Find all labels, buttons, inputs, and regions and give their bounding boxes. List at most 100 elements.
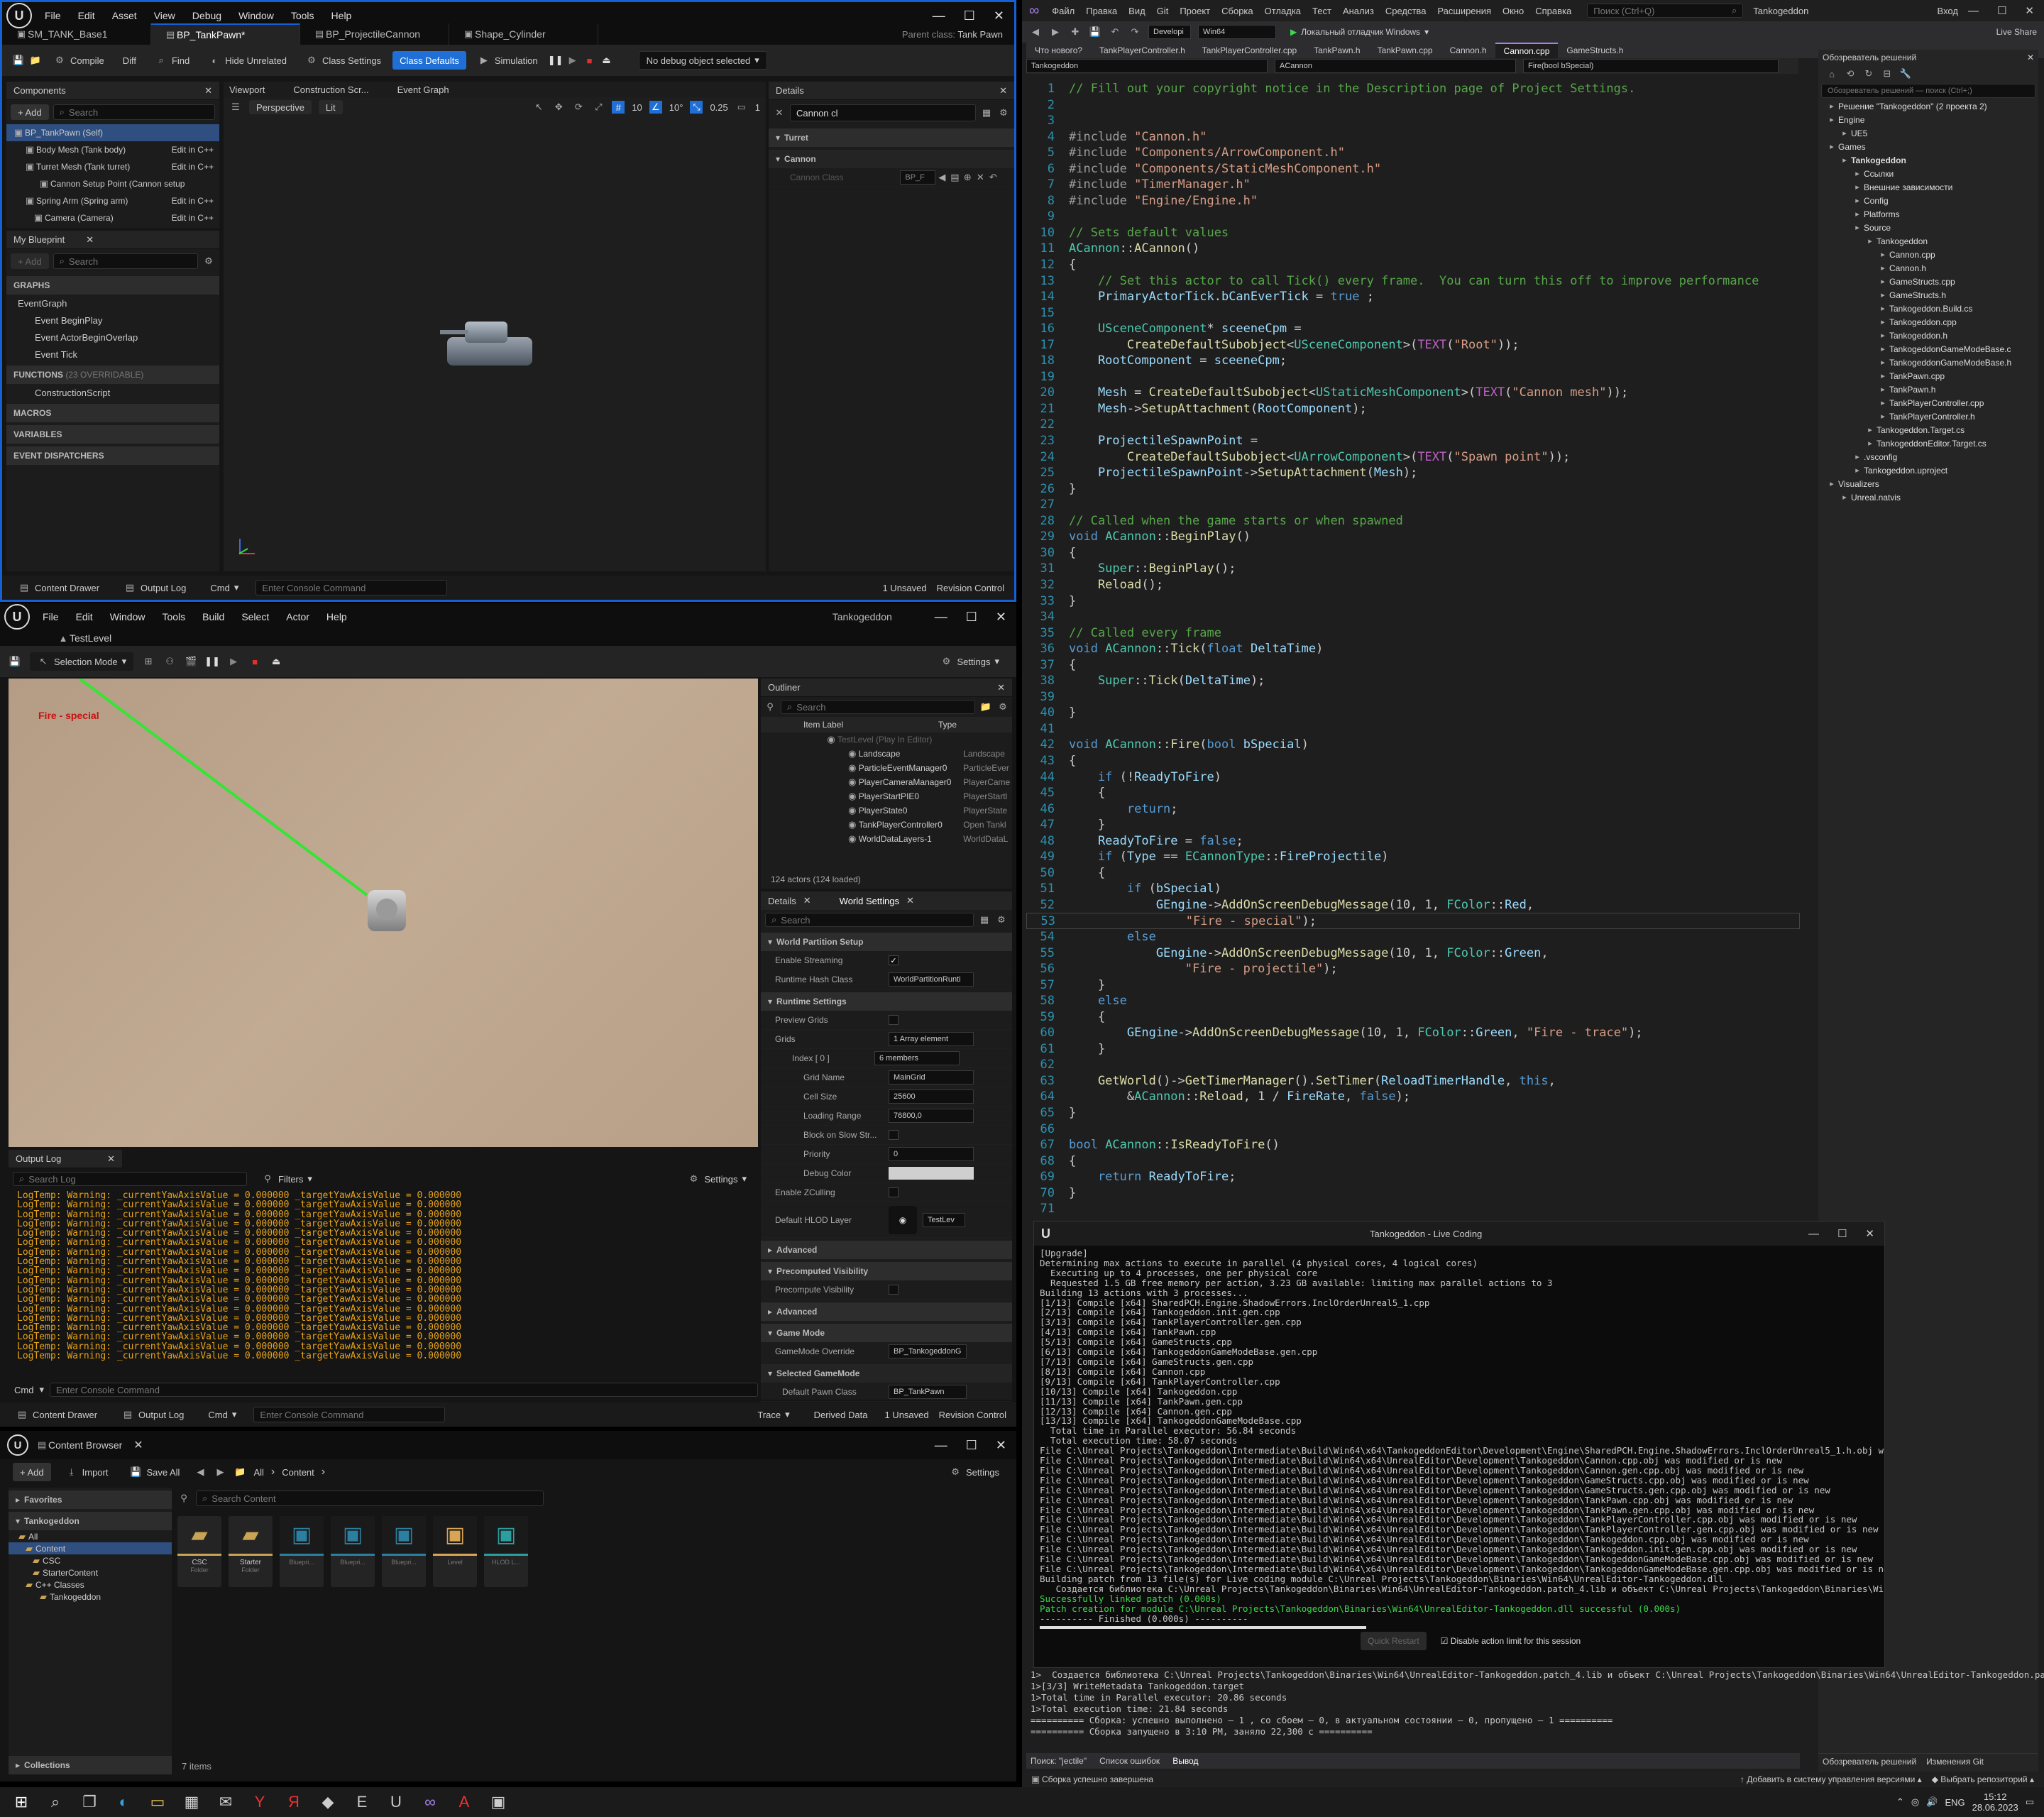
outliner-row[interactable]: ◉ ParticleEventManager0 ParticleEver [761,761,1012,775]
edit-in-cpp-link[interactable]: Edit in C++ [172,162,219,172]
close-icon[interactable]: ✕ [107,1153,115,1165]
log-console-input[interactable]: Enter Console Command [49,1383,758,1397]
gamemode-override-dropdown[interactable]: BP_TankogeddonG [889,1344,967,1358]
asset-tile[interactable]: ▣ HLOD L... [484,1516,528,1587]
ws-section[interactable]: ▾ World Partition Setup [761,933,1012,951]
member-nav-dropdown[interactable]: Fire(bool bSpecial) [1523,59,1779,73]
sync-icon[interactable]: ⟲ [1844,67,1857,80]
checkbox[interactable] [889,1187,899,1197]
sol-item[interactable]: ▸ Config [1818,194,2038,207]
collections-section[interactable]: ▸ Collections [9,1756,172,1774]
add-icon[interactable]: ⊕ [961,171,974,184]
menu-item[interactable]: Asset [104,10,145,21]
yandex-icon[interactable]: Y [246,1788,274,1816]
component-item[interactable]: ▣ Turret Mesh (Tank turret) Edit in C++ [6,158,219,175]
cannon-class-dropdown[interactable]: BP_F [900,170,936,185]
tab-details[interactable]: Details [768,896,796,906]
angle-snap[interactable]: 10° [669,102,683,113]
default-pawn-dropdown[interactable]: BP_TankPawn [889,1385,967,1399]
sol-item[interactable]: ▸ Source [1818,221,2038,234]
tab-event-graph[interactable]: Event Graph [397,84,449,95]
import-button[interactable]: ⤓ Import [58,1463,116,1481]
sol-item[interactable]: ▸ Engine [1818,113,2038,126]
close-icon[interactable]: ✕ [133,1438,143,1452]
favorites-section[interactable]: ▸ Favorites [9,1491,172,1509]
vs-tab[interactable]: TankPawn.h [1305,43,1368,58]
cinematics-icon[interactable]: 🎬 [185,655,197,668]
cmd-button[interactable]: Cmd ▾ [201,1405,243,1424]
property-value[interactable]: 25600 [889,1089,974,1104]
stop-icon[interactable]: ■ [583,54,596,67]
components-search-input[interactable]: ⌕ Search [53,104,215,120]
filter-icon[interactable]: ⚲ [764,701,776,713]
macros-section[interactable]: MACROS [6,404,219,422]
sol-item[interactable]: ▸ TankogeddonEditor.Target.cs [1818,437,2038,450]
close-icon[interactable]: ✕ [2027,53,2038,62]
add-member-button[interactable]: + Add [11,253,49,269]
browse-icon[interactable]: 📁 [29,54,42,67]
cb-tree-item[interactable]: ▰ All [9,1530,172,1542]
path-all[interactable]: All [253,1467,263,1478]
maximize-icon[interactable]: ☐ [966,1438,977,1453]
find-button[interactable]: ⌕ Find [148,51,197,70]
sol-item[interactable]: ▸ TankogeddonGameModeBase.h [1818,356,2038,369]
maximize-icon[interactable]: ☐ [966,610,977,625]
minimize-icon[interactable]: — [1808,1228,1819,1240]
maximize-icon[interactable]: ☐ [1837,1227,1847,1240]
hide-unrelated-button[interactable]: ◐ Hide Unrelated [201,51,294,70]
hamburger-icon[interactable]: ☰ [229,101,242,114]
minimize-icon[interactable]: — [935,1438,947,1453]
task-view-icon[interactable]: ❐ [75,1788,104,1816]
play-icon[interactable]: ▶ [227,655,240,668]
rotate-icon[interactable]: ⟳ [572,101,585,114]
filter-icon[interactable]: ⚲ [177,1492,190,1505]
asset-tile[interactable]: ▰ CSC Folder [177,1516,221,1587]
platform-dropdown[interactable]: Win64 [1198,25,1276,39]
trace-button[interactable]: Trace ▾ [750,1405,796,1424]
cb-tree-item[interactable]: ▰ Content [9,1542,172,1554]
notifications-icon[interactable]: ▭ [2026,1796,2034,1808]
table-view-icon[interactable]: ▦ [980,106,993,119]
clock[interactable]: 15:12 28.06.2023 [1972,1791,2018,1813]
mail-icon[interactable]: ✉ [211,1788,240,1816]
edge-icon[interactable]: ◐ [109,1788,138,1816]
outliner-row[interactable]: ◉ WorldDataLayers-1 WorldDataL [761,832,1012,846]
advanced-section[interactable]: ▸ Advanced [761,1241,1012,1259]
lit-button[interactable]: Lit [318,100,343,114]
sol-item[interactable]: ▸ Cannon.cpp [1818,248,2038,261]
graph-item-beginplay[interactable]: Event BeginPlay [6,312,219,329]
add-button[interactable]: + Add [13,1463,51,1481]
menu-item[interactable]: Debug [184,10,230,21]
content-drawer-button[interactable]: ▤ Content Drawer [9,1405,104,1424]
variables-section[interactable]: VARIABLES [6,425,219,444]
volume-icon[interactable]: 🔊 [1926,1796,1938,1808]
menu-item[interactable]: Tools [153,611,194,622]
menu-item[interactable]: Анализ [1337,6,1380,16]
gear-icon[interactable]: ⚙ [997,106,1010,119]
collapse-icon[interactable]: ⊟ [1881,67,1894,80]
class-defaults-button[interactable]: Class Defaults [392,51,466,70]
vs-tab[interactable]: GameStructs.h [1558,43,1632,58]
menu-item[interactable]: Окно [1497,6,1529,16]
menu-item[interactable]: Window [230,10,282,21]
selected-gamemode-section[interactable]: ▾ Selected GameMode [761,1364,1012,1383]
unsaved-indicator[interactable]: 1 Unsaved [882,583,926,593]
history-back-icon[interactable]: ◀ [194,1466,207,1478]
class-settings-button[interactable]: ⚙ Class Settings [298,51,388,70]
cb-tree-item[interactable]: ▰ Tankogeddon [9,1591,172,1603]
precompute-checkbox[interactable] [889,1285,899,1295]
live-share-button[interactable]: Live Share [1989,23,2044,41]
save-icon[interactable]: 💾 [1089,26,1101,38]
log-settings-button[interactable]: ⚙ Settings ▾ [680,1170,754,1188]
cb-settings-button[interactable]: ⚙ Settings [942,1463,1006,1481]
sol-item[interactable]: ▸ Tankogeddon.h [1818,329,2038,342]
select-icon[interactable]: ↖ [532,101,545,114]
checkbox-checked[interactable]: ✓ [889,955,899,965]
play-icon[interactable]: ▶ [566,54,579,67]
menu-item[interactable]: Вид [1123,6,1151,16]
property-value[interactable]: 0 [889,1147,974,1161]
close-icon[interactable]: ✕ [803,895,811,906]
code-editor[interactable]: 1// Fill out your copyright notice in th… [1026,81,1800,1224]
menu-item[interactable]: Отладка [1259,6,1307,16]
app2-icon[interactable]: ▣ [484,1788,512,1816]
